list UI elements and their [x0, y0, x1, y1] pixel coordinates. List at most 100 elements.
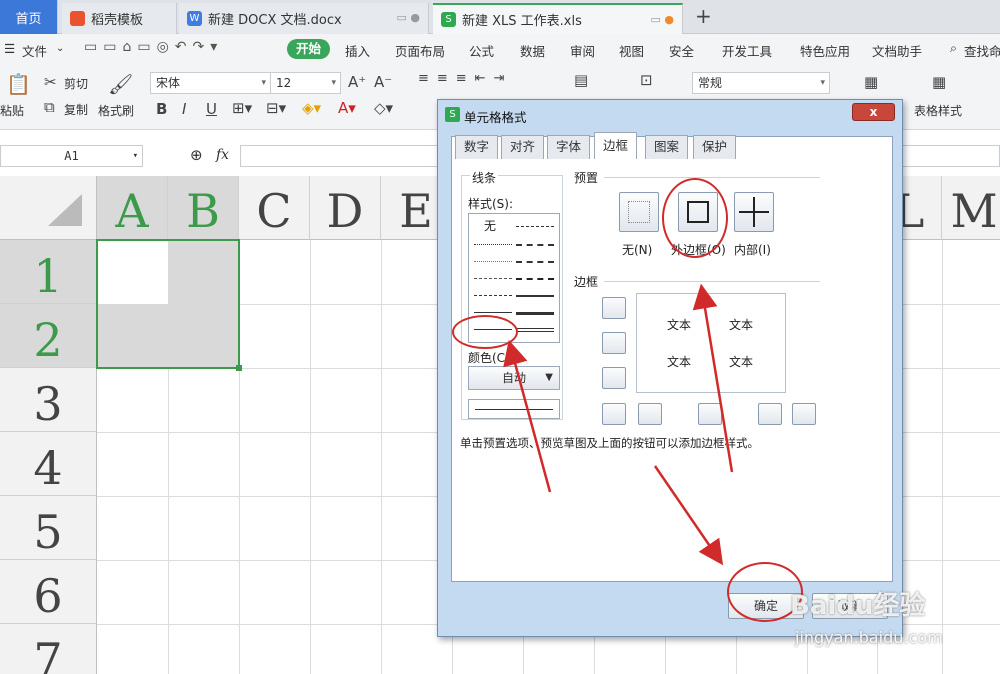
line-style-option[interactable]: [474, 261, 512, 262]
border-bottom-button[interactable]: [602, 367, 626, 389]
menu-features[interactable]: 特色应用: [800, 41, 850, 60]
wrap-icon[interactable]: ▤: [574, 71, 588, 89]
select-all-corner[interactable]: [0, 176, 97, 240]
menu-start[interactable]: 开始: [287, 39, 330, 59]
tab-protection[interactable]: 保护: [693, 135, 737, 159]
brush-icon[interactable]: 🖌: [108, 72, 133, 96]
eraser-icon[interactable]: ◇▾: [374, 99, 393, 117]
row-header-5[interactable]: 5: [0, 496, 97, 560]
preset-none-button[interactable]: [619, 192, 659, 232]
border-icon[interactable]: ⊞▾: [232, 99, 252, 117]
bold-icon[interactable]: B: [156, 100, 167, 118]
italic-icon[interactable]: I: [182, 100, 186, 118]
border-left-button[interactable]: [638, 403, 662, 425]
menu-insert[interactable]: 插入: [345, 41, 370, 60]
search-icon[interactable]: ⌕: [950, 40, 957, 56]
row-header-2[interactable]: 2: [0, 304, 97, 368]
column-header-b[interactable]: B: [168, 176, 239, 240]
border-diagonal-down-button[interactable]: [792, 403, 816, 425]
tab-pattern[interactable]: 图案: [645, 135, 689, 159]
copy-button[interactable]: 复制: [64, 101, 88, 118]
menu-view[interactable]: 视图: [619, 41, 644, 60]
line-style-option[interactable]: [516, 226, 554, 227]
border-right-button[interactable]: [758, 403, 782, 425]
column-header-a[interactable]: A: [97, 176, 168, 240]
line-style-none[interactable]: 无: [484, 217, 496, 234]
row-header-3[interactable]: 3: [0, 368, 97, 432]
menu-page-layout[interactable]: 页面布局: [395, 41, 445, 60]
border-middle-v-button[interactable]: [698, 403, 722, 425]
menu-security[interactable]: 安全: [669, 41, 694, 60]
conditional-format-icon[interactable]: ▦: [864, 73, 878, 91]
merge-icon[interactable]: ⊟▾: [266, 99, 286, 117]
line-style-option[interactable]: [516, 312, 554, 315]
tab-border[interactable]: 边框: [594, 132, 638, 159]
border-top-button[interactable]: [602, 297, 626, 319]
line-style-option[interactable]: [474, 244, 512, 245]
table-style-icon[interactable]: ▦: [932, 73, 946, 91]
font-color-icon[interactable]: A▾: [338, 99, 356, 117]
shrink-font-icon[interactable]: A⁻: [374, 73, 392, 91]
tab-home[interactable]: 首页: [0, 0, 58, 34]
tab-number[interactable]: 数字: [455, 135, 499, 159]
tab-docx[interactable]: W 新建 DOCX 文档.docx ▭ ●: [179, 3, 429, 34]
menu-doc-assistant[interactable]: 文档助手: [872, 41, 922, 60]
scissors-icon[interactable]: ✂: [44, 73, 57, 91]
column-header-d[interactable]: D: [310, 176, 381, 240]
tab-font[interactable]: 字体: [547, 135, 591, 159]
paste-icon[interactable]: 📋: [6, 72, 31, 96]
color-select[interactable]: 自动 ▼: [468, 366, 560, 390]
border-diagonal-up-button[interactable]: [602, 403, 626, 425]
row-header-1[interactable]: 1: [0, 240, 97, 304]
menu-developer[interactable]: 开发工具: [722, 41, 772, 60]
selection-range[interactable]: [96, 239, 240, 369]
column-header-m[interactable]: M: [942, 176, 1000, 240]
line-style-option[interactable]: [516, 261, 554, 263]
paste-button[interactable]: 粘贴: [0, 102, 24, 119]
menu-data[interactable]: 数据: [520, 41, 545, 60]
menu-file[interactable]: 文件: [22, 41, 47, 60]
tab-daoke[interactable]: 稻壳模板: [62, 3, 177, 34]
grow-font-icon[interactable]: A⁺: [348, 73, 366, 91]
cut-button[interactable]: 剪切: [64, 75, 88, 92]
table-style-button[interactable]: 表格样式: [914, 102, 962, 119]
tab-alignment[interactable]: 对齐: [501, 135, 545, 159]
quick-access-icons[interactable]: ▭▭⌂▭◎↶↷▾: [84, 39, 223, 55]
row-header-4[interactable]: 4: [0, 432, 97, 496]
line-style-option[interactable]: [516, 278, 554, 280]
name-box[interactable]: A1 ▾: [0, 145, 143, 167]
new-tab-button[interactable]: +: [695, 4, 712, 28]
menu-search[interactable]: 查找命: [964, 41, 1000, 60]
row-header-6[interactable]: 6: [0, 560, 97, 624]
merge-center-icon[interactable]: ⊡: [640, 71, 653, 89]
zoom-icon[interactable]: ⊕: [190, 146, 203, 164]
number-format-select[interactable]: 常规 ▾: [692, 72, 830, 94]
underline-icon[interactable]: U: [206, 100, 217, 118]
tab-xls-controls[interactable]: ▭ ●: [651, 13, 675, 26]
preset-inside-button[interactable]: [734, 192, 774, 232]
hamburger-icon[interactable]: ☰: [4, 41, 15, 56]
copy-icon[interactable]: ⧉: [44, 98, 55, 116]
tab-xls[interactable]: S 新建 XLS 工作表.xls ▭ ●: [433, 3, 683, 34]
line-style-option[interactable]: [474, 312, 512, 313]
chevron-down-icon[interactable]: ⌄: [56, 43, 64, 54]
border-preview[interactable]: 文本 文本 文本 文本: [636, 293, 786, 393]
menu-formula[interactable]: 公式: [469, 41, 494, 60]
tab-docx-controls[interactable]: ▭ ●: [397, 11, 421, 24]
line-style-option[interactable]: [474, 278, 512, 279]
row-header-7[interactable]: 7: [0, 624, 97, 674]
format-painter-button[interactable]: 格式刷: [98, 102, 134, 119]
fill-handle[interactable]: [236, 365, 242, 371]
line-style-option[interactable]: [516, 244, 554, 246]
border-middle-h-button[interactable]: [602, 332, 626, 354]
line-style-option[interactable]: [474, 295, 512, 296]
fx-icon[interactable]: fx: [216, 147, 229, 163]
close-button[interactable]: x: [852, 103, 895, 121]
align-icons[interactable]: ≡≡≡⇤⇥: [418, 71, 512, 86]
menu-review[interactable]: 审阅: [570, 41, 595, 60]
column-header-c[interactable]: C: [239, 176, 310, 240]
fill-color-icon[interactable]: ◈▾: [302, 99, 321, 117]
line-style-double[interactable]: [516, 328, 554, 332]
font-size-select[interactable]: 12 ▾: [270, 72, 341, 94]
font-select[interactable]: 宋体 ▾: [150, 72, 271, 94]
